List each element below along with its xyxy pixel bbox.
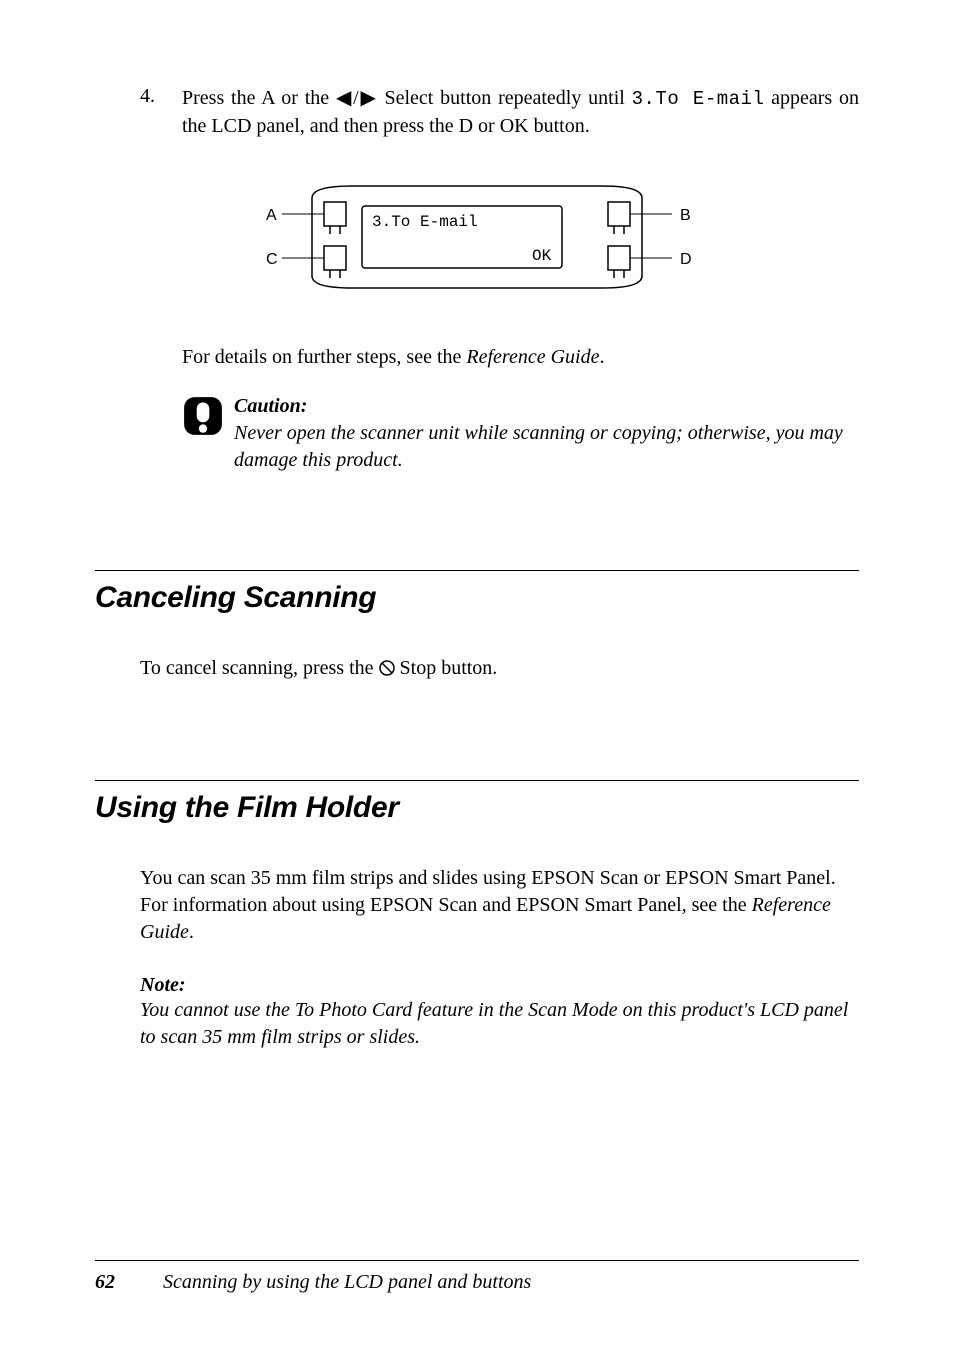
caution-text: Caution: Never open the scanner unit whi… xyxy=(234,393,859,474)
footer-title: Scanning by using the LCD panel and butt… xyxy=(163,1271,531,1294)
note-body: You cannot use the To Photo Card feature… xyxy=(140,997,859,1051)
section-rule-2 xyxy=(95,780,859,781)
caution-body: Never open the scanner unit while scanni… xyxy=(234,422,843,471)
label-c: C xyxy=(266,251,278,268)
lcd-line2: OK xyxy=(532,247,552,265)
label-b: B xyxy=(680,207,691,224)
step-text: Press the A or the ◀/▶ Select button rep… xyxy=(182,85,859,140)
label-a: A xyxy=(266,207,277,224)
lcd-line1: 3.To E-mail xyxy=(372,213,478,231)
heading-using-film-holder: Using the Film Holder xyxy=(95,791,859,825)
step-text-part1: Press the A or the xyxy=(182,87,336,109)
label-d: D xyxy=(680,251,692,268)
page-number: 62 xyxy=(95,1271,115,1294)
triangle-icons: ◀/▶ xyxy=(336,87,378,109)
step-4: 4. Press the A or the ◀/▶ Select button … xyxy=(140,85,859,140)
cancel-scanning-para: To cancel scanning, press the Stop butto… xyxy=(140,655,859,684)
caution-block: Caution: Never open the scanner unit whi… xyxy=(182,393,859,474)
page-footer: 62 Scanning by using the LCD panel and b… xyxy=(95,1260,859,1294)
film-holder-para: You can scan 35 mm film strips and slide… xyxy=(140,865,859,946)
heading-canceling-scanning: Canceling Scanning xyxy=(95,581,859,615)
section-rule xyxy=(95,570,859,571)
lcd-panel-diagram: 3.To E-mail OK A C B D xyxy=(252,178,702,308)
stop-icon xyxy=(379,657,395,684)
reference-guide-link: Reference Guide xyxy=(466,346,599,368)
note-label: Note: xyxy=(140,974,859,997)
caution-icon xyxy=(182,395,224,437)
detail-line: For details on further steps, see the Re… xyxy=(182,346,859,369)
lcd-text-inline: 3.To E-mail xyxy=(632,88,765,110)
step-number: 4. xyxy=(140,85,182,140)
caution-label: Caution: xyxy=(234,395,307,417)
step-text-part2: Select button repeatedly until xyxy=(378,87,632,109)
